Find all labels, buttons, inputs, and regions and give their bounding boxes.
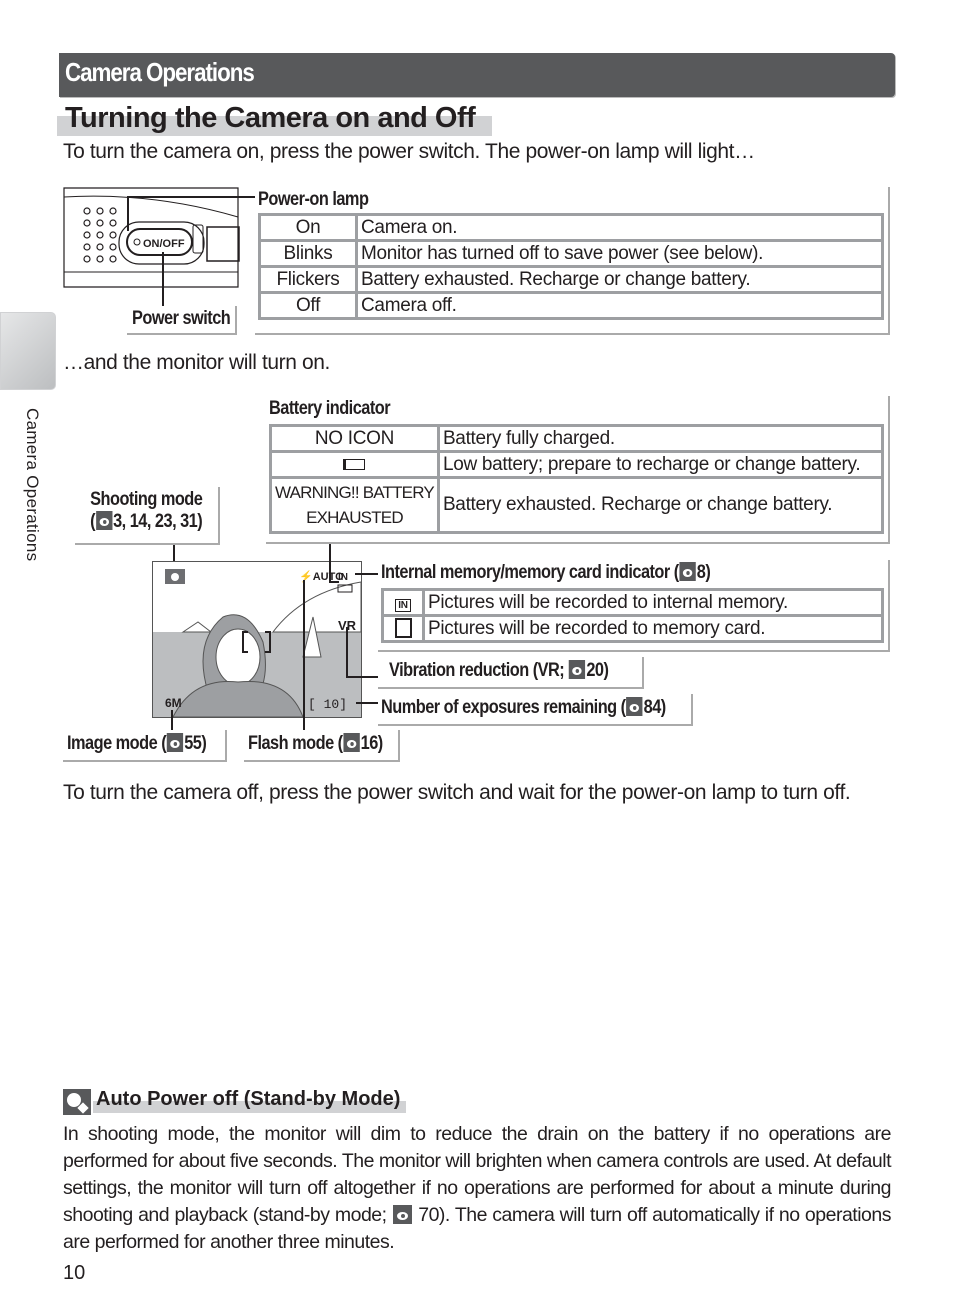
memory-panel: Internal memory/memory card indicator (8…	[378, 560, 890, 652]
table-row: Off Camera off.	[261, 294, 881, 317]
memory-table: IN Pictures will be recorded to internal …	[381, 588, 884, 643]
reference-icon	[626, 697, 643, 716]
chapter-tab	[0, 312, 56, 390]
exposures-callout-line	[356, 702, 378, 704]
battery-callout-line	[329, 544, 331, 582]
image-mode-label: Image mode (55)	[63, 730, 227, 762]
camera-monitor-display: ⚡AUTO IN VR 6M [ 10]	[152, 561, 362, 718]
note-title: Auto Power off (Stand-by Mode)	[96, 1088, 401, 1110]
note-body: In shooting mode, the monitor will dim t…	[63, 1123, 892, 1253]
memory-title: Internal memory/memory card indicator (	[381, 562, 679, 583]
table-row: Blinks Monitor has turned off to save pow…	[261, 242, 881, 265]
reference-icon	[167, 733, 184, 752]
power-lamp-panel: Power-on lamp On Camera on. Blinks Monitor…	[255, 187, 890, 335]
note-icon	[63, 1089, 91, 1115]
reference-icon	[569, 660, 586, 679]
battery-panel: Battery indicator NO ICON Battery fully c…	[266, 396, 890, 544]
table-row: Pictures will be recorded to memory card…	[384, 617, 881, 640]
sample-photo: ⚡AUTO IN VR 6M [ 10]	[153, 562, 361, 717]
reference-icon	[392, 1205, 412, 1224]
memory-card-icon	[394, 618, 412, 639]
low-battery-icon	[343, 458, 366, 470]
flash-callout-line	[303, 580, 305, 732]
flash-mode-label: Flash mode (16)	[244, 730, 400, 762]
table-row: NO ICON Battery fully charged.	[272, 427, 881, 450]
power-lamp-title: Power-on lamp	[258, 189, 369, 210]
battery-title: Battery indicator	[269, 398, 391, 419]
table-row: On Camera on.	[261, 216, 881, 239]
switch-callout-line	[162, 252, 164, 308]
battery-table: NO ICON Battery fully charged. Low batter…	[269, 424, 884, 534]
vr-callout-line-h	[346, 676, 378, 678]
chapter-title: Camera Operations	[65, 57, 255, 87]
page-number: 10	[63, 1262, 86, 1284]
vr-label: Vibration reduction (VR; 20)	[378, 657, 644, 689]
chapter-header: Camera Operations	[59, 53, 895, 97]
power-lamp-table: On Camera on. Blinks Monitor has turned of…	[258, 213, 884, 320]
internal-memory-icon: IN	[395, 598, 411, 612]
vr-callout-line	[346, 627, 348, 677]
reference-icon	[96, 511, 113, 530]
power-button-text: ON/OFF	[143, 238, 185, 250]
turn-off-text: To turn the camera off, press the power …	[63, 781, 851, 804]
table-row: Flickers Battery exhausted. Recharge or c…	[261, 268, 881, 291]
shooting-mode-label: Shooting mode (3, 14, 23, 31)	[75, 487, 220, 545]
table-row: IN Pictures will be recorded to internal …	[384, 591, 881, 614]
section-title: Turning the Camera on and Off	[65, 102, 476, 134]
memory-callout-line	[355, 573, 380, 575]
intro-text: To turn the camera on, press the power s…	[63, 140, 755, 163]
internal-memory-indicator: IN	[338, 572, 348, 583]
table-row: Low battery; prepare to recharge or chan…	[272, 453, 881, 476]
side-chapter-label: Camera Operations	[23, 408, 42, 562]
reference-icon	[679, 562, 696, 581]
monitor-on-text: …and the monitor will turn on.	[63, 351, 330, 374]
power-switch-label: Power switch	[127, 306, 237, 335]
battery-callout-line-h	[329, 581, 339, 583]
image-mode-indicator: 6M	[165, 696, 182, 710]
exposures-label: Number of exposures remaining (84)	[378, 694, 693, 726]
exposures-indicator: [ 10]	[308, 697, 347, 712]
lamp-callout-line	[127, 196, 129, 231]
lamp-callout-line-h	[127, 196, 257, 198]
camera-top-illustration: ON/OFF	[63, 187, 240, 288]
reference-icon	[343, 733, 360, 752]
image-mode-callout-line	[171, 710, 173, 732]
table-row: WARNING!! BATTERY EXHAUSTED Battery exhaus…	[272, 479, 881, 531]
